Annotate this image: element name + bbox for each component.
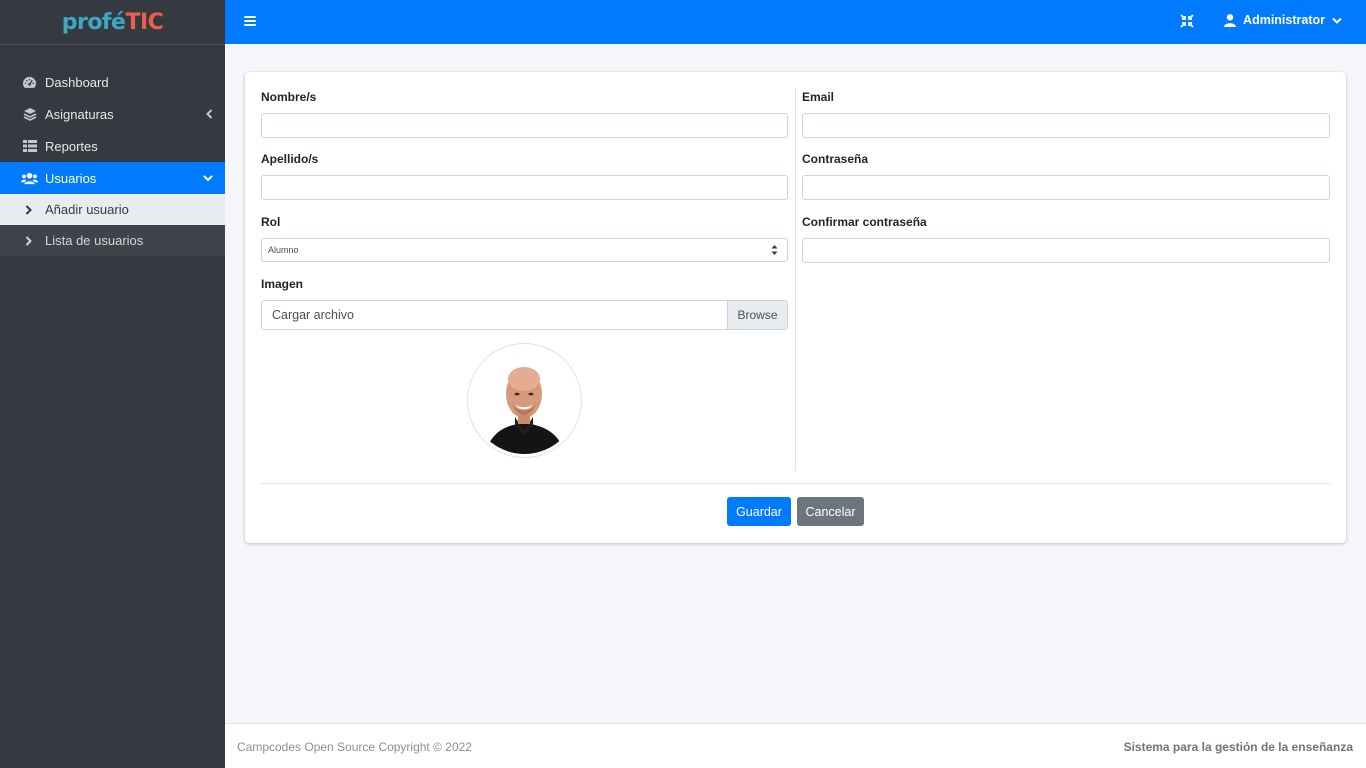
table-icon (21, 139, 38, 153)
user-menu[interactable]: Administrator (1224, 13, 1342, 27)
file-placeholder: Cargar archivo (272, 308, 354, 322)
chevron-down-icon (203, 175, 213, 182)
sidebar-nav: Dashboard Asignaturas Reportes Usuarios (0, 66, 225, 256)
avatar-image (471, 347, 578, 454)
page-footer: Campcodes Open Source Copyright © 2022 S… (225, 723, 1366, 768)
column-divider (795, 88, 796, 471)
password-label: Contraseña (802, 152, 869, 166)
user-icon (1224, 13, 1237, 27)
tachometer-icon (21, 75, 38, 89)
sidebar-item-label: Usuarios (45, 170, 97, 186)
sidebar-subitem-lista-usuarios[interactable]: Lista de usuarios (0, 225, 225, 256)
users-icon (21, 171, 38, 185)
sidebar-item-asignaturas[interactable]: Asignaturas (0, 98, 225, 130)
hamburger-menu-icon[interactable] (244, 16, 256, 26)
apellido-input[interactable] (261, 175, 788, 200)
sidebar-item-dashboard[interactable]: Dashboard (0, 66, 225, 98)
sidebar-subitem-anadir-usuario[interactable]: Añadir usuario (0, 194, 225, 225)
cancel-button[interactable]: Cancelar (797, 497, 864, 526)
select-arrows-icon (771, 244, 778, 256)
rol-selected-value: Alumno (268, 245, 299, 255)
chevron-left-icon (206, 109, 213, 119)
sidebar-subitem-label: Añadir usuario (45, 202, 129, 217)
sidebar-submenu-usuarios: Añadir usuario Lista de usuarios (0, 194, 225, 256)
user-avatar-preview (467, 343, 582, 458)
apellido-label: Apellido/s (261, 152, 319, 166)
sidebar-item-label: Reportes (45, 138, 98, 154)
save-button[interactable]: Guardar (727, 497, 791, 526)
fullscreen-toggle-icon[interactable] (1180, 14, 1194, 28)
chevron-right-icon (25, 204, 37, 215)
layers-icon (21, 107, 38, 121)
sidebar: proféTIC Dashboard Asignaturas Reportes (0, 0, 225, 768)
sidebar-item-label: Asignaturas (45, 106, 114, 122)
password-input[interactable] (802, 175, 1330, 200)
brand-logo[interactable]: profé TIC (0, 0, 225, 45)
sidebar-item-usuarios[interactable]: Usuarios (0, 162, 225, 194)
sidebar-subitem-label: Lista de usuarios (45, 233, 144, 248)
add-user-form-card: Nombre/s Apellido/s Rol Alumno Imagen Ca… (245, 72, 1346, 543)
footer-tagline: Sistema para la gestión de la enseñanza (1123, 740, 1353, 754)
nombre-input[interactable] (261, 113, 788, 138)
imagen-label: Imagen (261, 277, 304, 291)
confirm-password-label: Confirmar contraseña (802, 215, 927, 229)
rol-select[interactable]: Alumno (261, 238, 788, 262)
confirm-password-input[interactable] (802, 238, 1330, 263)
browse-button[interactable]: Browse (727, 301, 787, 329)
footer-copyright: Campcodes Open Source Copyright © 2022 (237, 740, 472, 754)
email-input[interactable] (802, 113, 1330, 138)
rol-label: Rol (261, 215, 281, 229)
email-label: Email (802, 90, 835, 104)
sidebar-item-reportes[interactable]: Reportes (0, 130, 225, 162)
imagen-file-input[interactable]: Cargar archivo Browse (261, 300, 788, 330)
user-name: Administrator (1243, 13, 1325, 27)
nombre-label: Nombre/s (261, 90, 317, 104)
form-footer-divider (261, 483, 1330, 484)
chevron-right-icon (25, 235, 37, 246)
top-navbar: Administrator (225, 0, 1366, 44)
chevron-down-icon (1332, 17, 1342, 24)
sidebar-item-label: Dashboard (45, 74, 109, 90)
